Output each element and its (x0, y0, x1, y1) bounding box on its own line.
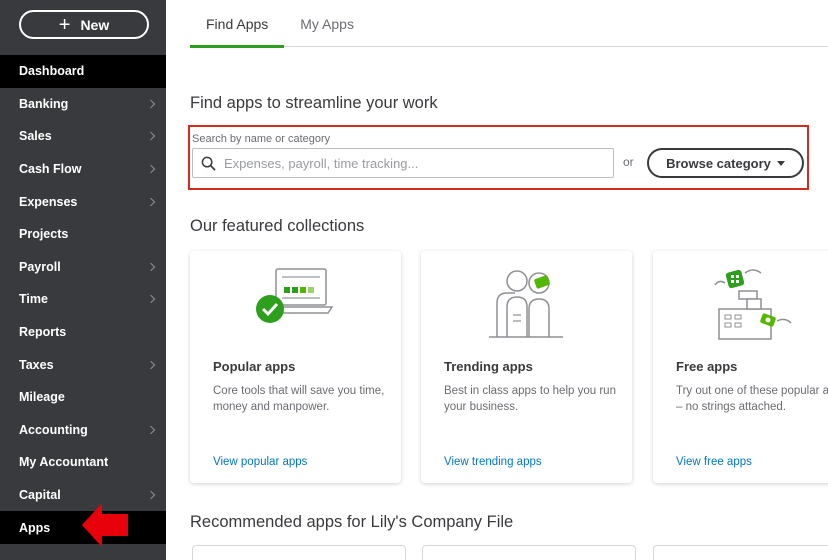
red-arrow-pointer-icon (82, 503, 128, 547)
chevron-right-icon (146, 164, 156, 174)
search-placeholder: Expenses, payroll, time tracking... (224, 155, 419, 171)
card-description: Core tools that will save you time, mone… (213, 385, 385, 413)
popular-apps-card[interactable]: Popular apps Core tools that will save y… (190, 251, 401, 483)
sidebar-item-mileage[interactable]: Mileage (0, 381, 166, 414)
card-description: Try out one of these popular apps – no s… (676, 385, 828, 413)
people-trending-icon (488, 270, 563, 338)
search-highlight-box: Search by name or category Expenses, pay… (188, 125, 809, 190)
search-label: Search by name or category (192, 133, 331, 145)
chevron-right-icon (146, 99, 156, 109)
sidebar-item-label: My Accountant (19, 455, 109, 470)
recommended-cards (190, 545, 828, 560)
plus-icon: + (58, 13, 71, 36)
card-title: Trending apps (444, 359, 533, 374)
sidebar-item-label: Cash Flow (19, 162, 82, 177)
tab-my-apps[interactable]: My Apps (284, 0, 370, 47)
browse-category-button[interactable]: Browse category (647, 148, 804, 178)
chevron-right-icon (146, 197, 156, 206)
sidebar-item-banking[interactable]: Banking (0, 88, 166, 121)
sidebar-item-time[interactable]: Time (0, 283, 166, 316)
card-title: Free apps (676, 359, 738, 374)
recommended-card[interactable] (422, 545, 636, 560)
sidebar-item-payroll[interactable]: Payroll (0, 251, 166, 284)
card-title: Popular apps (213, 359, 296, 374)
tab-find-apps[interactable]: Find Apps (190, 0, 285, 48)
sidebar-item-label: Capital (19, 488, 61, 503)
tab-bar: Find Apps My Apps (190, 0, 828, 48)
free-apps-card[interactable]: Free apps Try out one of these popular a… (653, 251, 828, 483)
or-separator: or (623, 155, 634, 169)
chevron-right-icon (146, 295, 156, 304)
featured-cards: Popular apps Core tools that will save y… (190, 251, 828, 483)
find-apps-heading: Find apps to streamline your work (190, 94, 438, 112)
chevron-right-icon (146, 132, 156, 141)
sidebar-item-dashboard[interactable]: Dashboard (0, 55, 166, 88)
main-content: Find Apps My Apps Find apps to streamlin… (166, 0, 828, 560)
sidebar-item-label: Projects (19, 227, 69, 242)
recommended-heading: Recommended apps for Lily's Company File (190, 513, 514, 531)
register-free-icon (713, 269, 792, 340)
sidebar-item-label: Time (19, 292, 48, 307)
view-trending-apps-link[interactable]: View trending apps (444, 456, 542, 468)
sidebar-item-label: Mileage (19, 390, 65, 405)
laptop-check-icon (255, 268, 333, 323)
sidebar-item-label: Banking (19, 96, 69, 111)
sidebar-item-cash-flow[interactable]: Cash Flow (0, 153, 166, 186)
recommended-card[interactable] (192, 545, 406, 560)
recommended-card[interactable] (653, 545, 828, 560)
card-description: Best in class apps to help you run your … (444, 385, 616, 413)
sidebar-item-label: Reports (19, 325, 67, 340)
featured-heading: Our featured collections (190, 217, 365, 235)
sidebar-item-expenses[interactable]: Expenses (0, 185, 166, 218)
sidebar-item-label: Dashboard (19, 64, 85, 79)
search-icon (201, 156, 216, 170)
sidebar-item-projects[interactable]: Projects (0, 218, 166, 251)
sidebar-nav: Dashboard Banking Sales Cash Flow Expens… (0, 55, 166, 544)
caret-down-icon (776, 160, 785, 166)
chevron-right-icon (146, 490, 156, 500)
view-popular-apps-link[interactable]: View popular apps (213, 456, 307, 468)
sidebar-item-label: Sales (19, 129, 52, 144)
view-free-apps-link[interactable]: View free apps (676, 456, 752, 468)
sidebar: + New Dashboard Banking Sales Cash Flow … (0, 0, 166, 560)
new-button[interactable]: + New (19, 10, 149, 39)
sidebar-item-my-accountant[interactable]: My Accountant (0, 446, 166, 479)
sidebar-item-label: Payroll (19, 259, 61, 274)
sidebar-item-label: Apps (19, 520, 51, 535)
chevron-right-icon (146, 360, 156, 369)
browse-category-label: Browse category (666, 155, 771, 171)
sidebar-item-label: Expenses (19, 194, 78, 209)
sidebar-item-reports[interactable]: Reports (0, 316, 166, 349)
sidebar-item-accounting[interactable]: Accounting (0, 414, 166, 447)
sidebar-item-label: Accounting (19, 422, 88, 437)
sidebar-item-label: Taxes (19, 357, 54, 372)
trending-apps-card[interactable]: Trending apps Best in class apps to help… (421, 251, 632, 483)
sidebar-item-sales[interactable]: Sales (0, 120, 166, 153)
new-button-label: New (80, 16, 110, 33)
search-input[interactable]: Expenses, payroll, time tracking... (192, 148, 614, 178)
chevron-right-icon (146, 262, 156, 272)
chevron-right-icon (146, 425, 156, 435)
sidebar-item-taxes[interactable]: Taxes (0, 348, 166, 381)
